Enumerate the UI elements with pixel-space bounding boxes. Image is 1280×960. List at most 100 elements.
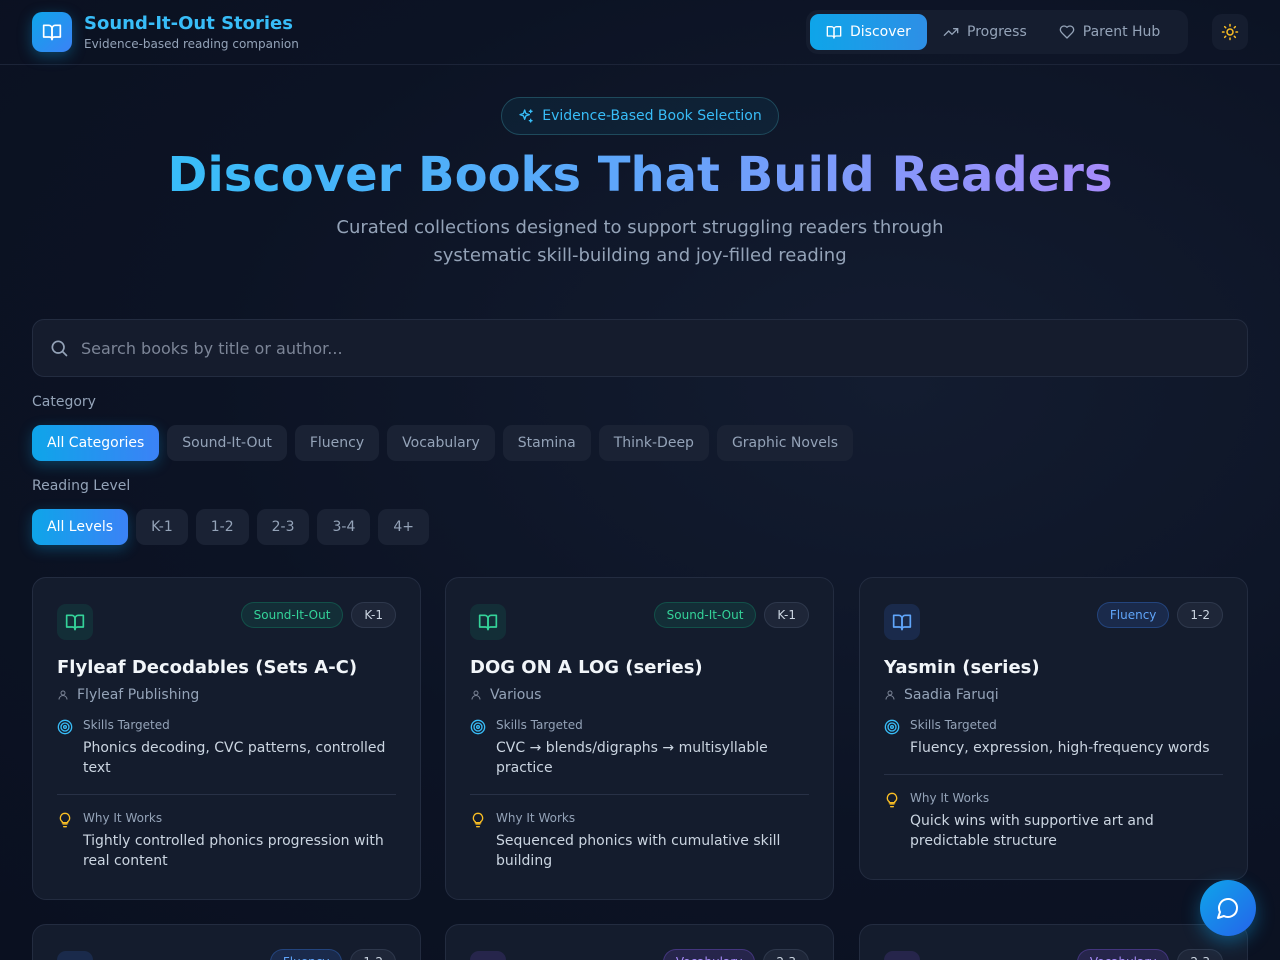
book-title: Flyleaf Decodables (Sets A-C) bbox=[57, 657, 358, 678]
skills-text: Phonics decoding, CVC patterns, controll… bbox=[83, 740, 386, 776]
book-open-icon bbox=[826, 26, 842, 39]
divider bbox=[57, 794, 396, 795]
level-tag: 1-2 bbox=[350, 949, 396, 960]
search-icon bbox=[51, 340, 68, 357]
why-text: Quick wins with supportive art and predi… bbox=[910, 813, 1154, 849]
search-bar bbox=[32, 319, 1248, 377]
level-chip-3-4[interactable]: 3-4 bbox=[317, 509, 371, 545]
why-label: Why It Works bbox=[496, 811, 576, 825]
skills-text: CVC → blends/digraphs → multisyllable pr… bbox=[496, 740, 768, 776]
book-card[interactable]: Vocabulary 2-3 bbox=[445, 924, 834, 960]
category-chip-fluency[interactable]: Fluency bbox=[294, 425, 380, 461]
lightbulb-icon bbox=[472, 812, 484, 828]
brand-title: Sound-It-Out Stories bbox=[84, 13, 293, 34]
user-icon bbox=[471, 690, 481, 700]
book-card[interactable]: Vocabulary 2-3 bbox=[859, 924, 1248, 960]
nav-discover-label: Discover bbox=[850, 24, 911, 40]
why-text: Sequenced phonics with cumulative skill … bbox=[496, 833, 781, 869]
book-title: DOG ON A LOG (series) bbox=[470, 657, 703, 678]
level-label: Reading Level bbox=[32, 478, 131, 494]
brand-subtitle: Evidence-based reading companion bbox=[84, 37, 299, 51]
level-chip-1-2[interactable]: 1-2 bbox=[195, 509, 249, 545]
hero-badge-label: Evidence-Based Book Selection bbox=[542, 108, 762, 124]
book-card[interactable]: Fluency 1-2 Yasmin (series) Saadia Faruq… bbox=[859, 577, 1248, 880]
category-chip-all[interactable]: All Categories bbox=[32, 425, 160, 461]
level-chip-all[interactable]: All Levels bbox=[32, 509, 129, 545]
book-icon bbox=[470, 604, 506, 640]
hero-badge: Evidence-Based Book Selection bbox=[501, 97, 779, 135]
book-author-name: Various bbox=[490, 687, 542, 703]
book-card[interactable]: Sound-It-Out K-1 Flyleaf Decodables (Set… bbox=[32, 577, 421, 900]
category-tag: Vocabulary bbox=[1076, 949, 1170, 960]
message-circle-icon bbox=[1217, 898, 1238, 919]
divider bbox=[884, 774, 1223, 775]
level-tag: K-1 bbox=[351, 602, 396, 628]
book-title: Yasmin (series) bbox=[884, 657, 1040, 678]
level-chip-2-3[interactable]: 2-3 bbox=[256, 509, 310, 545]
category-chips: All Categories Sound-It-Out Fluency Voca… bbox=[32, 425, 854, 461]
category-tag: Fluency bbox=[1096, 602, 1170, 628]
category-chip-think-deep[interactable]: Think-Deep bbox=[598, 425, 709, 461]
skills-text: Fluency, expression, high-frequency word… bbox=[910, 740, 1210, 756]
brand: Sound-It-Out Stories Evidence-based read… bbox=[84, 13, 299, 51]
category-tag: Vocabulary bbox=[662, 949, 756, 960]
category-tag: Fluency bbox=[269, 949, 343, 960]
page-subtitle: Curated collections designed to support … bbox=[336, 217, 944, 266]
nav-parent-hub-label: Parent Hub bbox=[1082, 24, 1161, 40]
skills-label: Skills Targeted bbox=[910, 718, 997, 732]
nav-progress-label: Progress bbox=[967, 24, 1027, 40]
level-tag: 1-2 bbox=[1177, 602, 1223, 628]
book-author: Flyleaf Publishing bbox=[57, 687, 396, 703]
divider bbox=[470, 794, 809, 795]
user-icon bbox=[58, 690, 68, 700]
level-tag: 2-3 bbox=[763, 949, 809, 960]
search-input[interactable] bbox=[81, 338, 1181, 358]
level-chip-4-plus[interactable]: 4+ bbox=[378, 509, 429, 545]
book-icon bbox=[57, 604, 93, 640]
nav-parent-hub[interactable]: Parent Hub bbox=[1043, 14, 1177, 50]
app-header: Sound-It-Out Stories Evidence-based read… bbox=[0, 0, 1280, 65]
level-tag: 2-3 bbox=[1177, 949, 1223, 960]
target-icon bbox=[470, 719, 486, 735]
main-nav: Discover Progress Parent Hub bbox=[806, 10, 1188, 54]
category-chip-sound-it-out[interactable]: Sound-It-Out bbox=[167, 425, 287, 461]
user-icon bbox=[885, 690, 895, 700]
level-chip-k-1[interactable]: K-1 bbox=[136, 509, 188, 545]
nav-progress[interactable]: Progress bbox=[927, 14, 1043, 50]
sun-icon bbox=[1221, 23, 1239, 41]
target-icon bbox=[884, 719, 900, 735]
target-icon bbox=[57, 719, 73, 735]
skills-label: Skills Targeted bbox=[83, 718, 170, 732]
category-label: Category bbox=[32, 394, 96, 410]
book-card[interactable]: Sound-It-Out K-1 DOG ON A LOG (series) V… bbox=[445, 577, 834, 900]
chat-button[interactable] bbox=[1200, 880, 1256, 936]
logo[interactable] bbox=[32, 12, 72, 52]
category-chip-vocabulary[interactable]: Vocabulary bbox=[387, 425, 495, 461]
heart-icon bbox=[1059, 25, 1075, 39]
category-chip-stamina[interactable]: Stamina bbox=[502, 425, 591, 461]
category-tag: Sound-It-Out bbox=[240, 602, 344, 628]
book-author: Various bbox=[470, 687, 809, 703]
category-tag: Sound-It-Out bbox=[653, 602, 757, 628]
book-icon bbox=[57, 951, 93, 960]
why-label: Why It Works bbox=[83, 811, 163, 825]
sparkles-icon bbox=[519, 109, 533, 123]
book-card[interactable]: Fluency 1-2 bbox=[32, 924, 421, 960]
level-chips: All Levels K-1 1-2 2-3 3-4 4+ bbox=[32, 509, 429, 545]
why-text: Tightly controlled phonics progression w… bbox=[83, 833, 384, 869]
book-author-name: Flyleaf Publishing bbox=[77, 687, 200, 703]
book-icon bbox=[884, 604, 920, 640]
book-icon bbox=[470, 951, 506, 960]
skills-label: Skills Targeted bbox=[496, 718, 583, 732]
level-tag: K-1 bbox=[764, 602, 809, 628]
book-open-icon bbox=[42, 24, 62, 41]
why-label: Why It Works bbox=[910, 791, 990, 805]
book-author-name: Saadia Faruqi bbox=[904, 687, 999, 703]
lightbulb-icon bbox=[59, 812, 71, 828]
category-chip-graphic-novels[interactable]: Graphic Novels bbox=[716, 425, 854, 461]
nav-discover[interactable]: Discover bbox=[810, 14, 927, 50]
book-author: Saadia Faruqi bbox=[884, 687, 1223, 703]
theme-toggle-button[interactable] bbox=[1212, 14, 1248, 50]
page-title: Discover Books That Build Readers bbox=[167, 147, 1113, 203]
book-icon bbox=[884, 951, 920, 960]
